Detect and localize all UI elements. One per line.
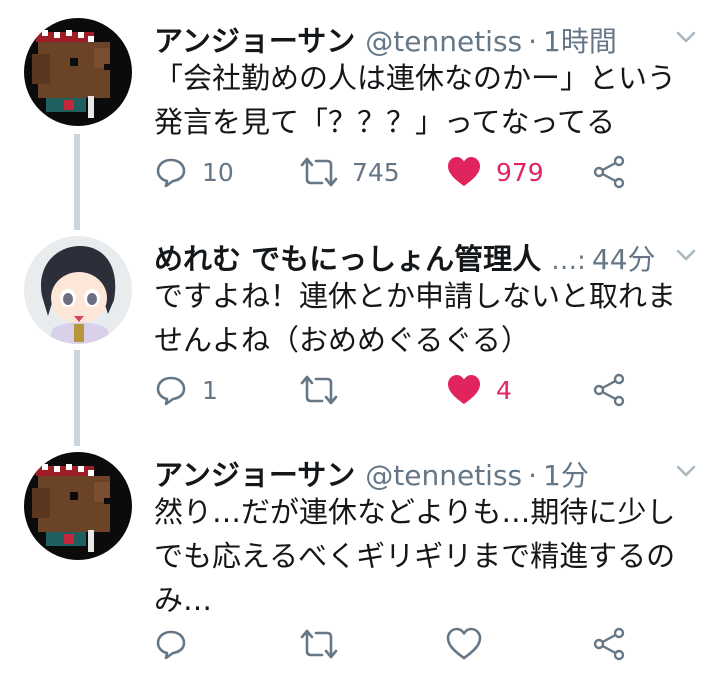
like-count: 4 (496, 375, 512, 405)
tweet-text-line: でも応えるべくギリギリまで精進するの (154, 539, 676, 573)
tweet[interactable]: アンジョーサン @tennetiss · 1分 然り…だが連休などよりも…期待に… (0, 452, 720, 677)
retweet-icon (300, 375, 338, 405)
reply-count: 10 (202, 157, 234, 187)
retweet-count: 745 (352, 157, 400, 187)
tweet-text-line: 発言を見て「？？？」ってなってる (154, 105, 616, 139)
like-button[interactable]: 4 (446, 370, 512, 410)
tweet[interactable]: アンジョーサン @tennetiss · 1時間 「会社勤めの人は連休なのかー」… (0, 18, 720, 218)
like-button[interactable]: 979 (446, 152, 544, 192)
retweet-button[interactable]: 745 (300, 152, 400, 192)
timestamp[interactable]: 44分 (592, 238, 656, 278)
separator-dot: · (528, 25, 538, 58)
timestamp[interactable]: 1分 (543, 454, 589, 494)
tweet-text-line: ですよね！連休とか申請しないと取れま (154, 279, 677, 313)
share-button[interactable] (592, 370, 626, 410)
user-handle[interactable]: @tennetiss (365, 25, 522, 58)
reply-button[interactable]: 10 (154, 152, 234, 192)
truncation-ellipsis: …: (551, 246, 586, 276)
tweet-text: ですよね！連休とか申請しないと取れま せんよね（おめめぐるぐる） (154, 274, 676, 362)
tweet-text: 「会社勤めの人は連休なのかー」という 発言を見て「？？？」ってなってる (154, 56, 676, 144)
like-icon (448, 375, 480, 404)
avatar[interactable] (24, 236, 132, 344)
like-button[interactable] (446, 624, 496, 664)
share-icon (593, 627, 625, 661)
retweet-button[interactable] (300, 624, 352, 664)
share-button[interactable] (592, 624, 626, 664)
chevron-down-icon[interactable] (676, 30, 696, 44)
chevron-down-icon[interactable] (676, 464, 696, 478)
like-icon (448, 157, 480, 186)
tweet[interactable]: めれむ でもにっしょん管理人 …: 44分 ですよね！連休とか申請しないと取れま… (0, 236, 720, 436)
share-button[interactable] (592, 152, 626, 192)
display-name[interactable]: アンジョーサン (154, 452, 355, 494)
tweet-text-line: せんよね（おめめぐるぐる） (154, 323, 530, 357)
reply-icon (156, 158, 186, 188)
share-icon (593, 155, 625, 189)
display-name[interactable]: アンジョーサン (154, 18, 355, 60)
tweet-text: 然り…だが連休などよりも…期待に少し でも応えるべくギリギリまで精進するの み… (154, 490, 675, 622)
tweet-text-line: 「会社勤めの人は連休なのかー」という (154, 61, 677, 95)
retweet-icon (300, 629, 338, 659)
display-name[interactable]: めれむ でもにっしょん管理人 (154, 236, 541, 278)
tweet-text-line: 然り…だが連休などよりも…期待に少し (154, 495, 676, 529)
user-handle[interactable]: @tennetiss (365, 459, 522, 492)
tweet-text-line: み… (154, 583, 213, 617)
timestamp[interactable]: 1時間 (543, 20, 617, 60)
reply-icon (156, 630, 186, 660)
separator-dot: · (528, 459, 538, 492)
avatar[interactable] (24, 452, 132, 560)
reply-count: 1 (202, 375, 218, 405)
chevron-down-icon[interactable] (676, 248, 696, 262)
like-icon (446, 627, 482, 660)
reply-button[interactable]: 1 (154, 370, 218, 410)
share-icon (593, 373, 625, 407)
like-count: 979 (496, 157, 544, 187)
retweet-button[interactable] (300, 370, 352, 410)
avatar[interactable] (24, 18, 132, 126)
reply-icon (156, 376, 186, 406)
retweet-icon (300, 157, 338, 187)
reply-button[interactable] (154, 624, 202, 664)
